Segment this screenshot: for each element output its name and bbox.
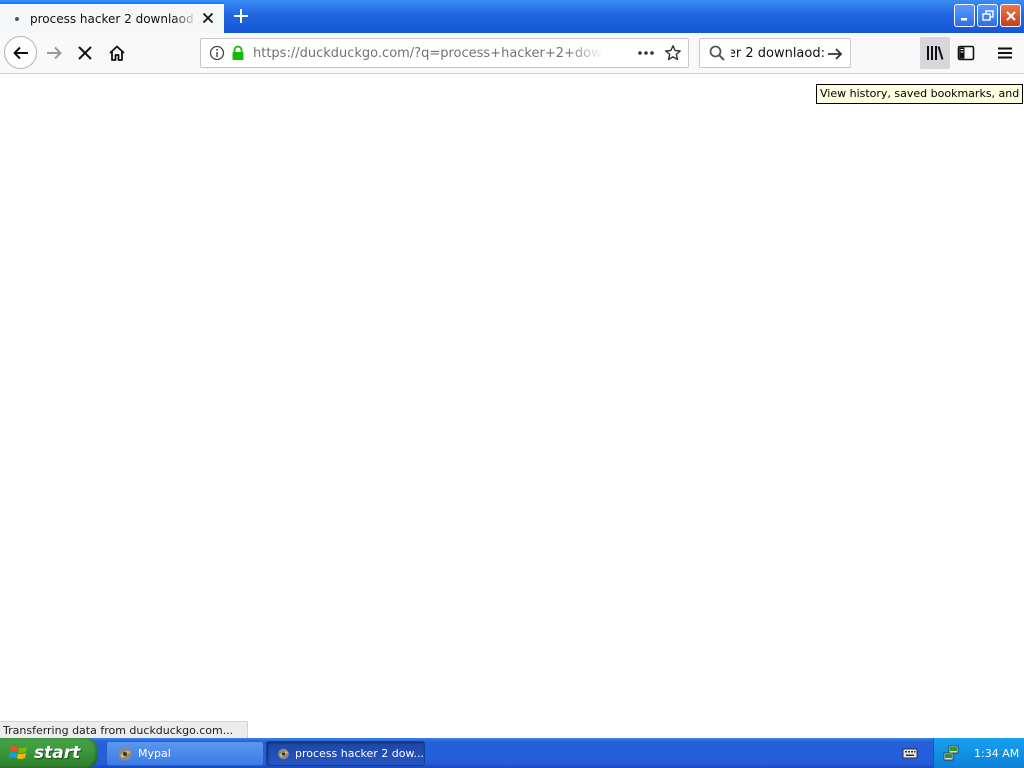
home-button[interactable] [101, 37, 133, 69]
clock[interactable]: 1:34 AM [974, 747, 1019, 760]
hamburger-menu-icon [998, 47, 1012, 59]
taskbar-item-browser[interactable]: process hacker 2 dow... [266, 741, 425, 766]
back-button[interactable] [4, 36, 37, 69]
minimize-button[interactable] [954, 4, 975, 27]
restore-button[interactable] [977, 4, 998, 27]
search-bar[interactable]: :ker 2 downlaod [699, 38, 851, 68]
mypal-app-icon [278, 748, 289, 759]
back-arrow-icon [13, 46, 28, 59]
search-input[interactable]: :ker 2 downlaod [731, 46, 825, 61]
url-bar[interactable]: https://duckduckgo.com/?q=process+hacker… [200, 38, 689, 68]
browser-tab[interactable]: process hacker 2 downlaod at DuckDuckGo [0, 2, 224, 33]
tab-title: process hacker 2 downlaod at DuckDuckGo [30, 11, 198, 26]
taskbar-item-label: process hacker 2 dow... [295, 747, 424, 760]
minimize-icon [960, 17, 967, 20]
navigation-toolbar: https://duckduckgo.com/?q=process+hacker… [0, 33, 1024, 74]
keyboard-icon[interactable] [902, 745, 918, 761]
windows-flag-icon [9, 746, 27, 759]
lock-icon[interactable] [231, 45, 245, 61]
stop-button[interactable] [69, 37, 101, 69]
mypal-app-icon [118, 747, 132, 760]
window-close-button[interactable] [1000, 4, 1021, 27]
forward-button[interactable] [38, 37, 70, 69]
star-icon[interactable] [664, 44, 682, 62]
home-icon [109, 45, 125, 61]
system-tray: 1:34 AM [933, 738, 1024, 768]
sidebar-button[interactable] [951, 37, 981, 69]
library-button[interactable] [920, 37, 950, 69]
restore-icon [981, 9, 994, 21]
status-panel: Transferring data from duckduckgo.com... [0, 721, 248, 739]
arrow-right-icon[interactable] [826, 45, 844, 63]
start-label: start [34, 743, 81, 763]
info-icon[interactable] [209, 45, 225, 61]
sidebar-icon [957, 45, 975, 61]
taskbar: start Mypal process hacker 2 dow... 1:34 [0, 738, 1024, 768]
more-dots-icon[interactable] [636, 45, 656, 61]
stop-icon [78, 46, 92, 60]
library-tooltip: View history, saved bookmarks, and more [816, 84, 1023, 104]
close-icon [1005, 10, 1016, 21]
url-text[interactable]: https://duckduckgo.com/?q=process+hacker… [253, 46, 603, 61]
plus-icon[interactable] [230, 5, 252, 27]
search-icon [709, 45, 725, 61]
library-icon [927, 46, 944, 60]
page-content [0, 75, 1024, 738]
title-bar: process hacker 2 downlaod at DuckDuckGo [0, 0, 1024, 33]
menu-button[interactable] [990, 37, 1020, 69]
network-icon[interactable] [942, 744, 960, 762]
taskbar-item-mypal[interactable]: Mypal [106, 741, 264, 766]
forward-arrow-icon [47, 46, 62, 60]
start-button[interactable]: start [0, 738, 98, 768]
taskbar-item-label: Mypal [138, 747, 171, 760]
loading-dot-icon [10, 12, 24, 26]
close-icon[interactable] [200, 10, 216, 26]
